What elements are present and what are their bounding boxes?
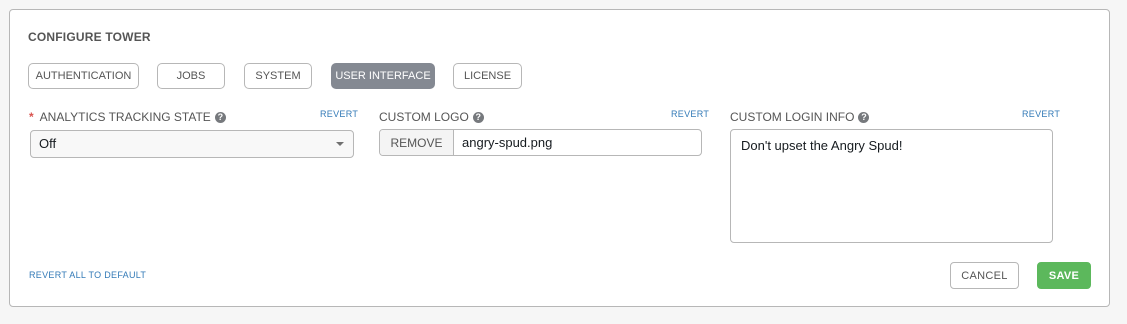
page-title: CONFIGURE TOWER	[28, 30, 151, 44]
tab-jobs[interactable]: JOBS	[157, 63, 225, 89]
question-circle-icon[interactable]: ?	[472, 111, 484, 123]
analytics-tracking-select[interactable]: Off	[30, 130, 354, 158]
custom-login-info-label: CUSTOM LOGIN INFO ?	[730, 110, 870, 124]
custom-login-info-textarea[interactable]: Don't upset the Angry Spud!	[730, 129, 1053, 243]
custom-login-info-revert-link[interactable]: REVERT	[1022, 109, 1060, 119]
tab-license[interactable]: LICENSE	[453, 63, 522, 89]
custom-logo-revert-link[interactable]: REVERT	[671, 109, 709, 119]
question-circle-icon[interactable]: ?	[858, 111, 870, 123]
tab-user-interface[interactable]: USER INTERFACE	[331, 63, 435, 89]
analytics-revert-link[interactable]: REVERT	[320, 109, 358, 119]
analytics-tracking-label-text: ANALYTICS TRACKING STATE	[39, 110, 211, 124]
custom-login-info-value: Don't upset the Angry Spud!	[741, 138, 903, 153]
save-button[interactable]: SAVE	[1037, 262, 1091, 289]
analytics-tracking-label: * ANALYTICS TRACKING STATE ?	[29, 110, 226, 124]
required-marker: *	[29, 110, 34, 124]
custom-logo-file-name: angry-spud.png	[462, 135, 553, 150]
tab-authentication[interactable]: AUTHENTICATION	[28, 63, 139, 89]
cancel-button[interactable]: CANCEL	[950, 262, 1019, 289]
question-circle-icon[interactable]: ?	[214, 111, 226, 123]
remove-logo-button[interactable]: REMOVE	[380, 130, 454, 155]
revert-all-link[interactable]: REVERT ALL TO DEFAULT	[29, 270, 146, 280]
custom-login-info-label-text: CUSTOM LOGIN INFO	[730, 110, 855, 124]
custom-logo-label-text: CUSTOM LOGO	[379, 110, 469, 124]
custom-logo-label: CUSTOM LOGO ?	[379, 110, 484, 124]
custom-logo-input-group: REMOVE angry-spud.png	[379, 129, 702, 156]
analytics-tracking-value: Off	[39, 136, 57, 151]
tab-system[interactable]: SYSTEM	[244, 63, 312, 89]
caret-down-icon	[336, 142, 344, 146]
